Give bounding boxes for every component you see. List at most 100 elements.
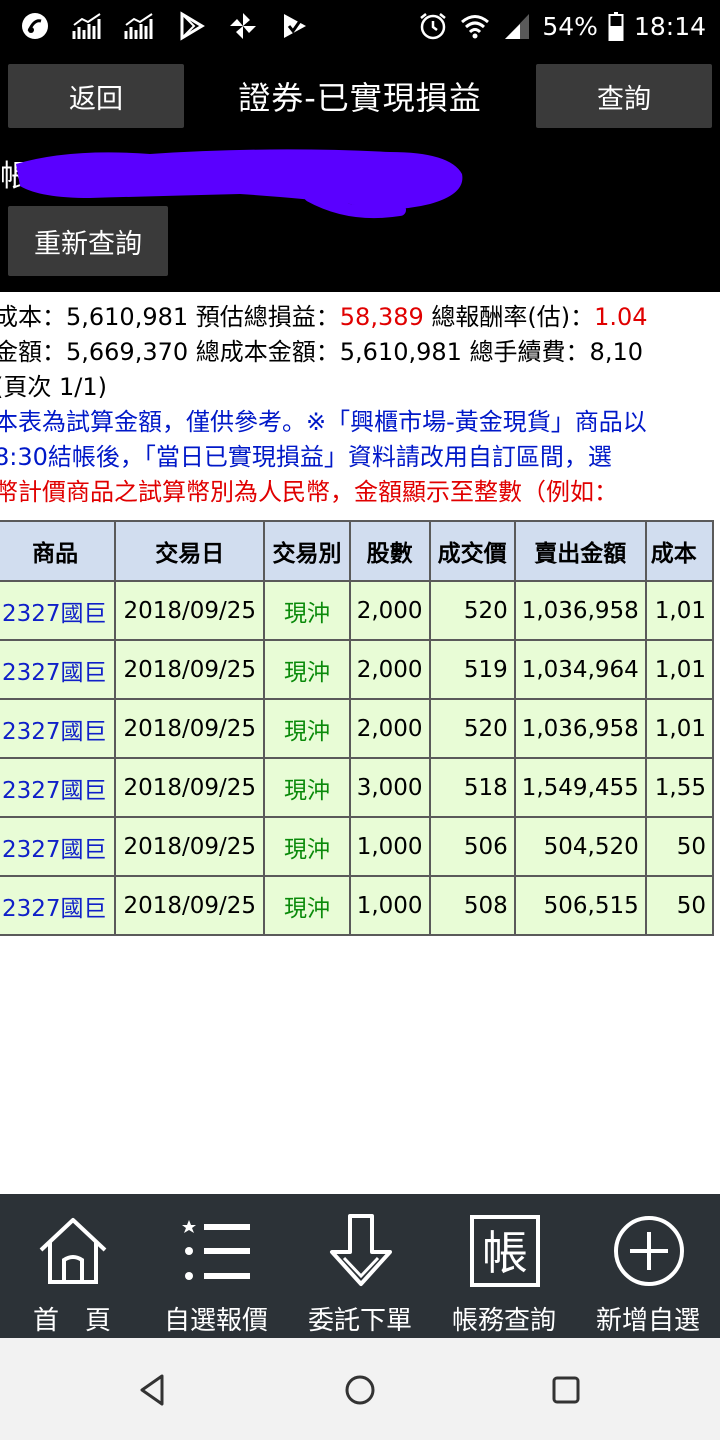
cell-cost: 1,01	[644, 698, 715, 759]
cell-cost: 1,01	[644, 580, 715, 641]
wifi-icon	[458, 11, 492, 41]
return-rate: 1.04	[594, 303, 648, 331]
cell-trade-type: 現沖	[263, 698, 351, 759]
cell-product[interactable]: 2327國巨	[0, 580, 117, 641]
cell-price: 519	[428, 639, 516, 700]
disclaimer-note-3: 幣計價商品之試算幣別為人民幣，金額顯示至整數（例如：	[0, 478, 618, 506]
page-header: 返回 證券-已實現損益 查詢 帳 重新查詢	[0, 52, 720, 292]
cell-price: 508	[428, 875, 516, 936]
nav-account-query[interactable]: 帳 帳務查詢	[432, 1194, 576, 1338]
app-logo-icon	[18, 11, 52, 41]
summary-line-2: 金額：5,669,370 總成本金額：5,610,981 總手續費：8,10	[0, 338, 643, 366]
requery-button[interactable]: 重新查詢	[8, 206, 168, 276]
check-flag-icon	[278, 11, 312, 41]
nav-add-watchlist-label: 新增自選	[595, 1306, 700, 1336]
cell-sell-amount: 1,034,964	[513, 639, 647, 700]
cell-cost: 50	[644, 875, 715, 936]
cell-cost: 50	[644, 816, 715, 877]
cell-product[interactable]: 2327國巨	[0, 698, 117, 759]
back-button[interactable]: 返回	[8, 64, 184, 128]
col-header-price[interactable]: 成交價	[428, 520, 516, 582]
nav-place-order-label: 委託下單	[307, 1306, 412, 1336]
cell-sell-amount: 504,520	[513, 816, 647, 877]
cell-shares: 2,000	[348, 580, 431, 641]
cell-product[interactable]: 2327國巨	[0, 757, 117, 818]
table-row[interactable]: 2327國巨 2018/09/25 現沖 3,000 518 1,549,455 1,55	[0, 757, 715, 818]
recents-square-icon[interactable]	[546, 1370, 586, 1410]
col-header-product[interactable]: 商品	[0, 520, 117, 582]
system-nav-bar	[0, 1338, 720, 1440]
notification-icons	[18, 8, 312, 44]
signal-chart-icon	[122, 11, 156, 41]
query-button[interactable]: 查詢	[536, 64, 712, 128]
cell-shares: 1,000	[348, 816, 431, 877]
nav-account-query-label: 帳務查詢	[451, 1306, 556, 1336]
bottom-nav: 首 頁 自選報價 委託下單 帳 帳務查詢 新增自選	[0, 1194, 720, 1338]
nav-place-order[interactable]: 委託下單	[288, 1194, 432, 1338]
down-arrow-icon	[330, 1214, 392, 1286]
svg-text:帳: 帳	[482, 1226, 528, 1280]
table-row[interactable]: 2327國巨 2018/09/25 現沖 2,000 519 1,034,964 1,01	[0, 639, 715, 700]
cell-product[interactable]: 2327國巨	[0, 639, 117, 700]
estimated-profit: 58,389	[339, 303, 424, 331]
nav-add-watchlist[interactable]: 新增自選	[576, 1194, 720, 1338]
home-circle-icon[interactable]	[340, 1370, 380, 1410]
pinwheel-icon	[226, 11, 260, 41]
col-header-shares[interactable]: 股數	[348, 520, 431, 582]
cell-trade-date: 2018/09/25	[114, 698, 266, 759]
cell-trade-type: 現沖	[263, 580, 351, 641]
cell-shares: 2,000	[348, 698, 431, 759]
nav-watchlist-label: 自選報價	[163, 1306, 268, 1336]
table-row[interactable]: 2327國巨 2018/09/25 現沖 2,000 520 1,036,958 1,01	[0, 580, 715, 641]
table-row[interactable]: 2327國巨 2018/09/25 現沖 1,000 508 506,515 50	[0, 875, 715, 936]
cell-sell-amount: 1,549,455	[513, 757, 647, 818]
cell-trade-type: 現沖	[263, 816, 351, 877]
battery-percent: 54%	[542, 11, 598, 41]
battery-icon	[606, 11, 626, 41]
cell-shares: 1,000	[348, 875, 431, 936]
cell-sell-amount: 1,036,958	[513, 580, 647, 641]
cell-trade-type: 現沖	[263, 757, 351, 818]
nav-home[interactable]: 首 頁	[0, 1194, 144, 1338]
table-header-row: 商品 交易日 交易別 股數 成交價 賣出金額 成本	[0, 520, 715, 582]
disclaimer-note-2: 8:30結帳後，「當日已實現損益」資料請改用自訂區間，選	[0, 443, 612, 471]
cell-signal-icon	[500, 11, 534, 41]
cell-trade-date: 2018/09/25	[114, 639, 266, 700]
cell-price: 520	[428, 698, 516, 759]
cell-shares: 3,000	[348, 757, 431, 818]
plus-circle-icon	[614, 1216, 684, 1286]
cell-trade-type: 現沖	[263, 639, 351, 700]
nav-home-label: 首 頁	[32, 1306, 111, 1336]
status-bar: 54% 18:14	[0, 0, 720, 52]
cell-trade-date: 2018/09/25	[114, 816, 266, 877]
col-header-sell-amount[interactable]: 賣出金額	[513, 520, 647, 582]
cell-product[interactable]: 2327國巨	[0, 816, 117, 877]
col-header-trade-date[interactable]: 交易日	[114, 520, 266, 582]
page-indicator: (頁次 1/1)	[0, 373, 107, 401]
page-title: 證券-已實現損益	[238, 79, 482, 117]
cell-trade-date: 2018/09/25	[114, 875, 266, 936]
summary-line-1: 成本：5,610,981 預估總損益：58,389 總報酬率(估)：1.04	[0, 303, 648, 331]
cell-cost: 1,55	[644, 757, 715, 818]
cell-price: 520	[428, 580, 516, 641]
nav-watchlist[interactable]: 自選報價	[144, 1194, 288, 1338]
cell-cost: 1,01	[644, 639, 715, 700]
realized-pnl-table: 商品 交易日 交易別 股數 成交價 賣出金額 成本 2327國巨 2018/09/…	[0, 520, 715, 936]
star-list-icon	[182, 1220, 250, 1280]
table-row[interactable]: 2327國巨 2018/09/25 現沖 1,000 506 504,520 50	[0, 816, 715, 877]
back-triangle-icon[interactable]	[134, 1370, 174, 1410]
play-store-icon	[174, 11, 208, 41]
cell-product[interactable]: 2327國巨	[0, 875, 117, 936]
cell-trade-type: 現沖	[263, 875, 351, 936]
disclaimer-note-1: 本表為試算金額，僅供參考。※「興櫃市場-黃金現貨」商品以	[0, 408, 647, 436]
cell-price: 506	[428, 816, 516, 877]
clock: 18:14	[633, 11, 706, 41]
cell-sell-amount: 1,036,958	[513, 698, 647, 759]
col-header-cost[interactable]: 成本	[644, 520, 715, 582]
table-row[interactable]: 2327國巨 2018/09/25 現沖 2,000 520 1,036,958 1,01	[0, 698, 715, 759]
home-icon	[39, 1218, 107, 1284]
col-header-trade-type[interactable]: 交易別	[263, 520, 351, 582]
cell-trade-date: 2018/09/25	[114, 580, 266, 641]
alarm-icon	[416, 11, 450, 41]
cell-shares: 2,000	[348, 639, 431, 700]
